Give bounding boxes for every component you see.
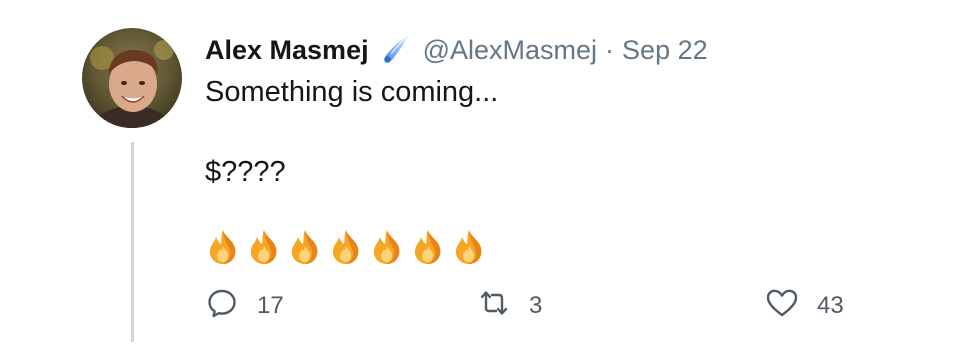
author-handle[interactable]: @AlexMasmej bbox=[423, 35, 597, 66]
fire-emoji-icon bbox=[410, 228, 446, 266]
fire-emoji-icon bbox=[328, 228, 364, 266]
tweet-text-line-2: $???? bbox=[205, 156, 286, 188]
tweet-actions: 17 3 43 bbox=[205, 286, 905, 326]
avatar-image bbox=[82, 28, 182, 128]
fire-emoji-icon bbox=[451, 228, 487, 266]
fire-emoji-row bbox=[205, 228, 487, 266]
author-name[interactable]: Alex Masmej bbox=[205, 35, 369, 66]
tweet-card: Alex Masmej @AlexMasmej · Sep 22 Somethi… bbox=[0, 0, 960, 364]
reply-icon bbox=[205, 286, 239, 325]
like-count: 43 bbox=[817, 291, 844, 319]
avatar[interactable] bbox=[82, 28, 182, 128]
comet-icon bbox=[379, 34, 411, 66]
like-button[interactable]: 43 bbox=[765, 286, 844, 325]
tweet-date[interactable]: Sep 22 bbox=[622, 35, 708, 66]
thread-line bbox=[131, 142, 134, 342]
fire-emoji-icon bbox=[287, 228, 323, 266]
fire-emoji-icon bbox=[369, 228, 405, 266]
fire-emoji-icon bbox=[205, 228, 241, 266]
reply-count: 17 bbox=[257, 291, 284, 319]
reply-button[interactable]: 17 bbox=[205, 286, 284, 325]
heart-icon bbox=[765, 286, 799, 325]
tweet-header: Alex Masmej @AlexMasmej · Sep 22 bbox=[205, 30, 708, 70]
retweet-button[interactable]: 3 bbox=[477, 286, 542, 325]
header-separator: · bbox=[605, 34, 615, 65]
tweet-text-line-1: Something is coming... bbox=[205, 76, 499, 108]
retweet-icon bbox=[477, 286, 511, 325]
retweet-count: 3 bbox=[529, 291, 543, 319]
fire-emoji-icon bbox=[246, 228, 282, 266]
